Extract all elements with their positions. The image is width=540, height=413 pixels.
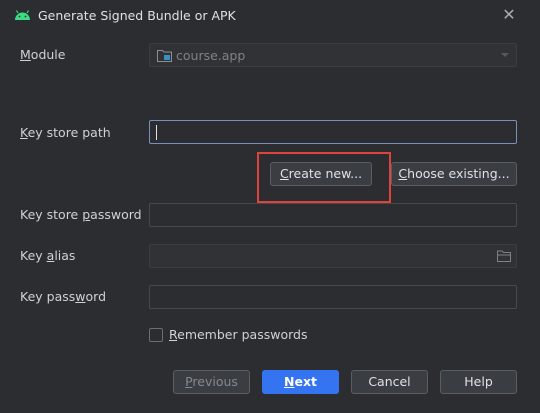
choose-existing-mnemonic: C [398,166,408,181]
module-select[interactable]: course.app [149,43,517,67]
previous-button[interactable]: Previous [173,370,250,394]
module-value: course.app [176,48,246,63]
chevron-down-icon [501,53,509,57]
next-label: ext [294,374,317,389]
choose-existing-label: hoose existing... [407,166,510,181]
key-store-path-label-rest: ey store path [27,125,111,140]
choose-existing-button[interactable]: Choose existing... [391,162,517,186]
title-bar: Generate Signed Bundle or APK ✕ [0,0,540,30]
remember-passwords-rest: emember passwords [177,327,308,342]
module-label-rest: odule [30,47,66,62]
window-title: Generate Signed Bundle or APK [38,8,236,23]
key-password-label-mnemonic: w [75,289,86,304]
android-icon [15,10,30,20]
key-alias-input[interactable] [149,244,517,268]
key-store-password-label-mnemonic: p [82,207,91,222]
help-button[interactable]: Help [440,370,517,394]
key-alias-label: Key alias [20,248,75,263]
key-store-password-label: Key store password [20,207,142,222]
browse-folder-icon[interactable] [497,250,511,262]
remember-passwords-label[interactable]: Remember passwords [169,327,307,342]
key-password-label: Key password [20,289,106,304]
key-store-password-label-rest: assword [90,207,142,222]
key-store-path-input[interactable] [149,120,517,144]
module-label-mnemonic: M [20,47,31,62]
key-alias-label-rest: lias [54,248,76,263]
close-icon[interactable]: ✕ [500,6,518,24]
key-store-path-label: Key store path [20,125,111,140]
key-password-input[interactable] [149,285,517,309]
cancel-button[interactable]: Cancel [351,370,428,394]
module-folder-icon [157,50,172,62]
next-mnemonic: N [284,374,295,389]
text-caret [156,125,157,140]
key-alias-label-pre: Key [20,248,47,263]
module-label: Module [20,47,65,62]
remember-passwords-checkbox[interactable] [149,328,163,342]
next-button[interactable]: Next [262,370,339,394]
key-store-password-input[interactable] [149,203,517,227]
key-store-path-label-mnemonic: K [20,125,28,140]
previous-label: revious [192,374,238,389]
key-password-label-pre: Key pass [20,289,76,304]
remember-passwords-mnemonic: R [169,327,178,342]
key-password-label-rest: ord [85,289,107,304]
annotation-highlight-box [257,152,391,203]
key-store-password-label-pre: Key store [20,207,83,222]
